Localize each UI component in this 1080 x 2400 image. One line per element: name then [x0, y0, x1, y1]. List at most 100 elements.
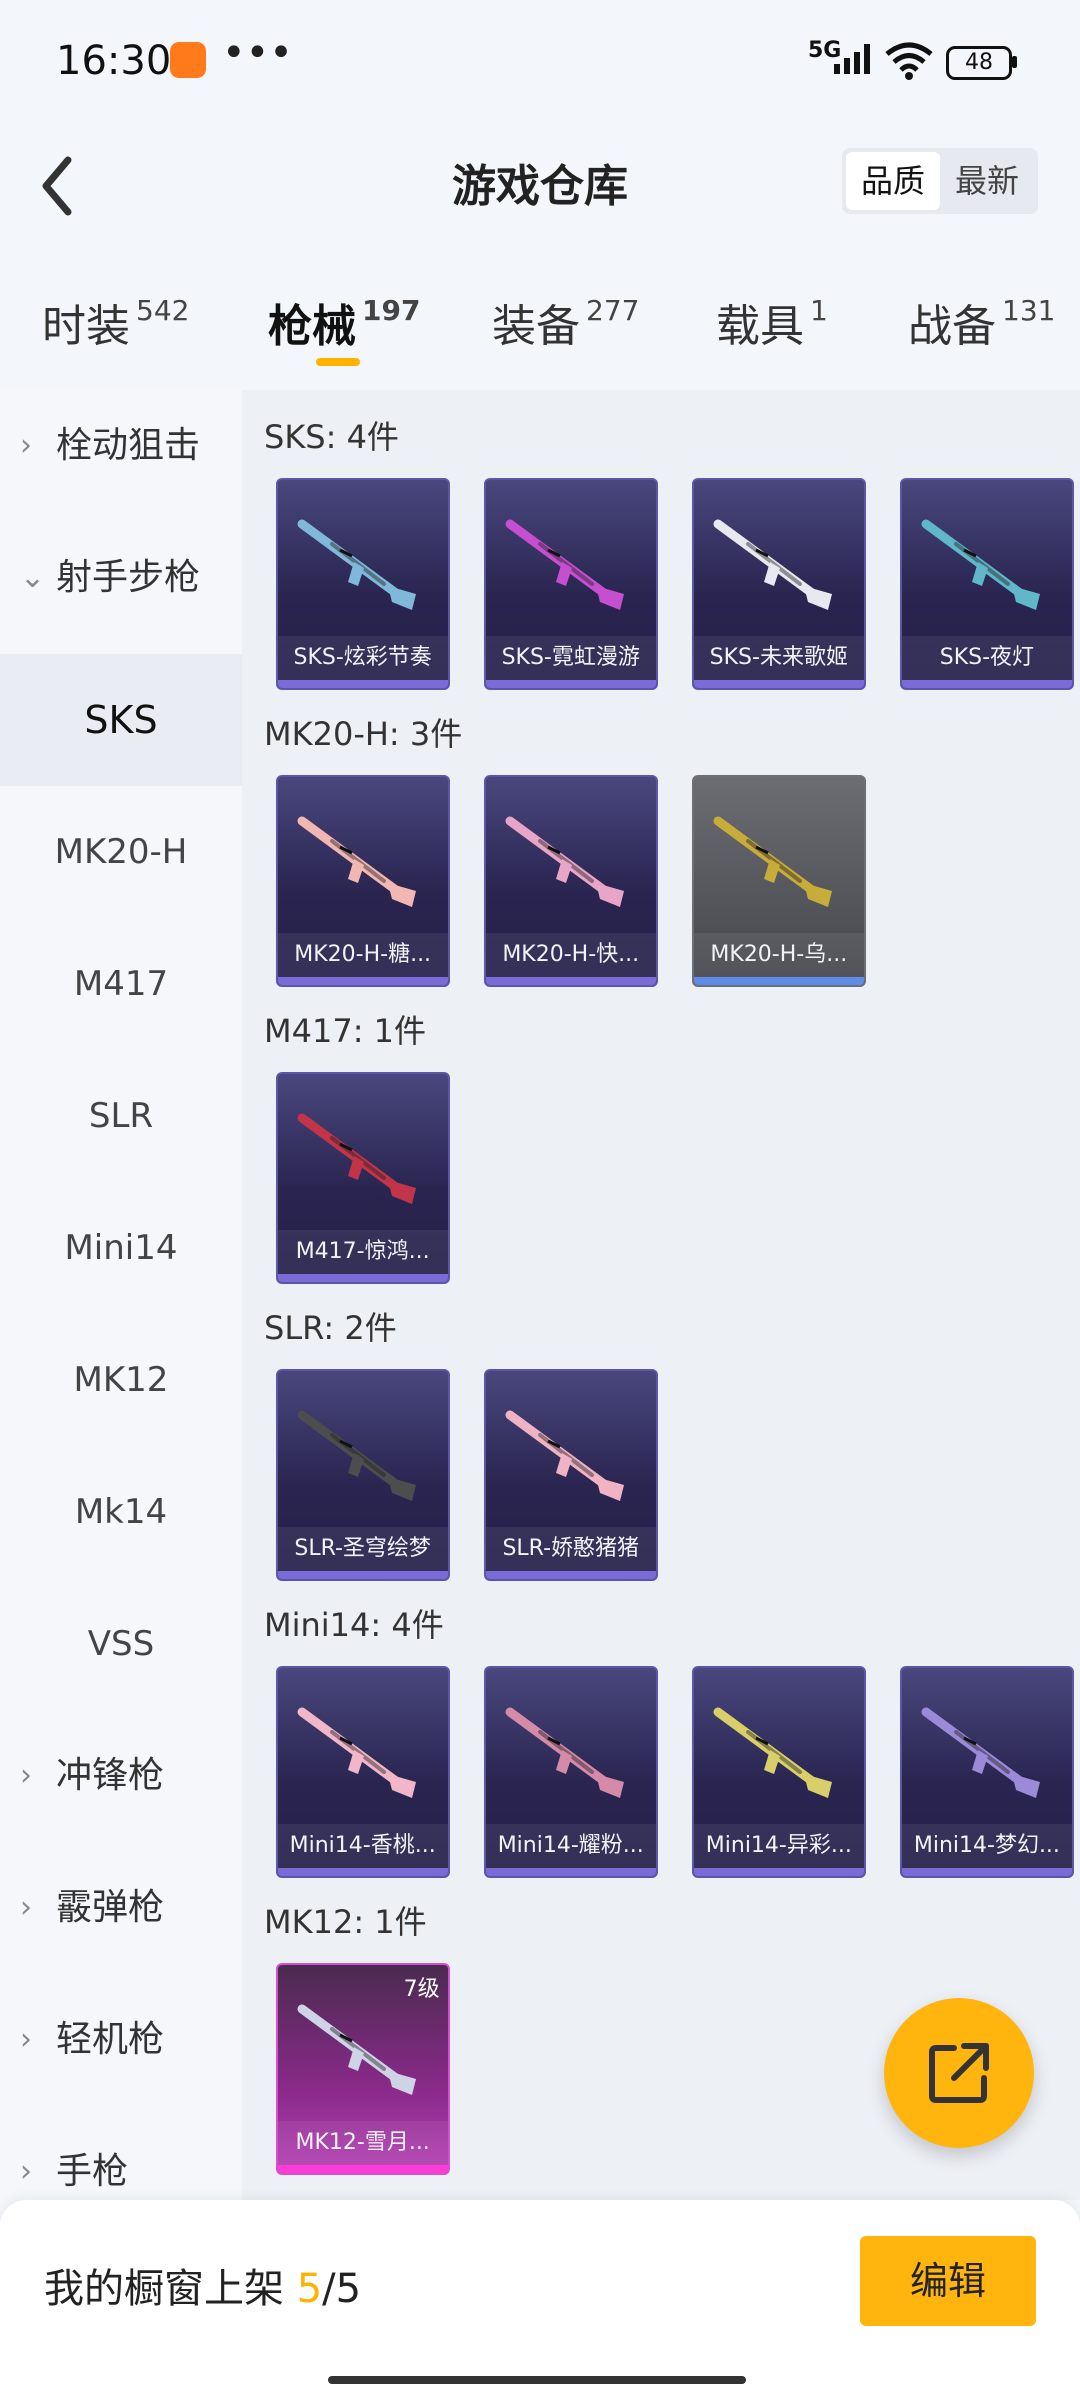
tab-firearms[interactable]: 枪械 197: [268, 290, 420, 354]
sidebar-item-slr[interactable]: SLR: [0, 1050, 242, 1182]
rifle-icon: [921, 519, 1040, 610]
weapon-name: MK12-雪月...: [277, 2121, 448, 2165]
sidebar-item-smg[interactable]: › 冲锋枪: [0, 1710, 242, 1842]
weapon-grid: SKS: 4件 SKS-炫彩节奏 SKS-霓虹漫游 SKS-未来歌姬 SKS-夜灯 MK2…: [242, 390, 1080, 2200]
showcase-status: 我的橱窗上架 5/5: [44, 2256, 361, 2314]
tab-count: 197: [362, 294, 421, 327]
weapon-card[interactable]: SKS-夜灯: [899, 478, 1074, 690]
weapon-name: M417-惊鸿...: [277, 1230, 448, 1274]
group-title: Mini14: 4件: [264, 1606, 444, 1644]
tab-vehicles[interactable]: 载具 1: [716, 290, 828, 354]
sort-newest-button[interactable]: 最新: [940, 152, 1034, 210]
weapon-name: Mini14-耀粉...: [485, 1824, 656, 1868]
rarity-bar: [485, 1571, 656, 1579]
group-title: MK12: 1件: [264, 1903, 427, 1941]
tab-count: 542: [136, 294, 190, 327]
weapon-card[interactable]: Mini14-香桃...: [275, 1666, 450, 1878]
weapon-card[interactable]: Mini14-梦幻...: [899, 1666, 1074, 1878]
sidebar: › 栓动狙击 ⌄ 射手步枪 SKS MK20-H M417 SLR Mini14 M…: [0, 390, 242, 2200]
chevron-down-icon: ⌄: [20, 560, 46, 595]
weapon-name: SLR-娇憨猪猪: [485, 1527, 656, 1571]
tab-supplies[interactable]: 战备 131: [908, 290, 1055, 354]
weapon-card[interactable]: MK20-H-快...: [483, 775, 658, 987]
tab-label: 枪械: [268, 301, 356, 352]
edit-button[interactable]: 编辑: [860, 2236, 1036, 2326]
sidebar-item-bolt-action[interactable]: › 栓动狙击: [0, 380, 242, 512]
weapon-card[interactable]: MK20-H-乌...: [691, 775, 866, 987]
chevron-right-icon: ›: [20, 428, 32, 463]
weapon-card[interactable]: 7级 MK12-雪月...: [275, 1963, 450, 2175]
showcase-current-count: 5: [296, 2266, 323, 2312]
rifle-icon: [921, 1707, 1040, 1798]
rarity-bar: [277, 1274, 448, 1282]
sidebar-item-mini14[interactable]: Mini14: [0, 1182, 242, 1314]
group-title: SKS: 4件: [264, 418, 399, 456]
battery-icon: 48: [946, 46, 1012, 80]
rarity-bar: [277, 680, 448, 688]
weapon-card[interactable]: Mini14-异彩...: [691, 1666, 866, 1878]
sidebar-item-vss[interactable]: VSS: [0, 1578, 242, 1710]
rarity-bar: [901, 1868, 1072, 1876]
rarity-bar: [693, 1868, 864, 1876]
weapon-card[interactable]: SKS-炫彩节奏: [275, 478, 450, 690]
tab-label: 载具: [716, 301, 804, 352]
tab-equipment[interactable]: 装备 277: [492, 290, 639, 354]
wifi-icon: [884, 40, 934, 89]
weapon-name: Mini14-异彩...: [693, 1824, 864, 1868]
rarity-bar: [901, 680, 1072, 688]
rifle-icon: [713, 519, 832, 610]
rarity-bar: [485, 977, 656, 985]
rarity-bar: [693, 977, 864, 985]
rifle-icon: [297, 816, 416, 907]
active-tab-indicator: [316, 358, 360, 366]
sidebar-item-shotgun[interactable]: › 霰弹枪: [0, 1842, 242, 1974]
rarity-bar: [693, 680, 864, 688]
rifle-icon: [713, 816, 832, 907]
weapon-card[interactable]: MK20-H-糖...: [275, 775, 450, 987]
chevron-right-icon: ›: [20, 2022, 32, 2057]
weapon-name: Mini14-香桃...: [277, 1824, 448, 1868]
sidebar-item-label: 轻机枪: [56, 2019, 165, 2060]
weapon-card[interactable]: Mini14-耀粉...: [483, 1666, 658, 1878]
weapon-card[interactable]: M417-惊鸿...: [275, 1072, 450, 1284]
bottom-bar: 我的橱窗上架 5/5 编辑: [0, 2200, 1080, 2400]
share-button[interactable]: [884, 1998, 1034, 2148]
sidebar-item-lmg[interactable]: › 轻机枪: [0, 1974, 242, 2106]
tab-label: 战备: [908, 301, 996, 352]
rarity-bar: [277, 1868, 448, 1876]
weapon-card[interactable]: SLR-圣穹绘梦: [275, 1369, 450, 1581]
weapon-name: SLR-圣穹绘梦: [277, 1527, 448, 1571]
category-tabs: 时装 542 枪械 197 装备 277 载具 1 战备 131: [0, 280, 1080, 376]
rifle-icon: [505, 1707, 624, 1798]
sidebar-item-mk20h[interactable]: MK20-H: [0, 786, 242, 918]
group-title: MK20-H: 3件: [264, 715, 463, 753]
weapon-card[interactable]: SLR-娇憨猪猪: [483, 1369, 658, 1581]
sidebar-item-mk14[interactable]: Mk14: [0, 1446, 242, 1578]
sidebar-item-mk12[interactable]: MK12: [0, 1314, 242, 1446]
signal-icon: [834, 44, 874, 74]
weapon-name: MK20-H-快...: [485, 933, 656, 977]
showcase-label: 我的橱窗上架: [44, 2266, 284, 2312]
weapon-name: SKS-炫彩节奏: [277, 636, 448, 680]
rifle-icon: [505, 519, 624, 610]
sidebar-item-m417[interactable]: M417: [0, 918, 242, 1050]
sidebar-item-marksman-rifle[interactable]: ⌄ 射手步枪: [0, 512, 242, 644]
weapon-name: Mini14-梦幻...: [901, 1824, 1072, 1868]
tab-costume[interactable]: 时装 542: [42, 290, 189, 354]
tab-label: 时装: [42, 301, 130, 352]
sidebar-item-label: 射手步枪: [56, 557, 201, 598]
rifle-icon: [505, 1410, 624, 1501]
weapon-card[interactable]: SKS-未来歌姬: [691, 478, 866, 690]
sort-quality-button[interactable]: 品质: [846, 152, 940, 210]
weapon-card[interactable]: SKS-霓虹漫游: [483, 478, 658, 690]
sidebar-item-label: 霰弹枪: [56, 1887, 165, 1928]
sidebar-item-sks[interactable]: SKS: [0, 654, 242, 786]
home-indicator[interactable]: [328, 2376, 746, 2384]
rarity-bar: [485, 1868, 656, 1876]
app-notification-icon: [170, 42, 206, 78]
rifle-icon: [713, 1707, 832, 1798]
rarity-bar: [277, 2165, 448, 2173]
status-bar: 16:30 ••• 5G 48: [0, 0, 1080, 120]
rifle-icon: [297, 519, 416, 610]
rarity-bar: [277, 1571, 448, 1579]
